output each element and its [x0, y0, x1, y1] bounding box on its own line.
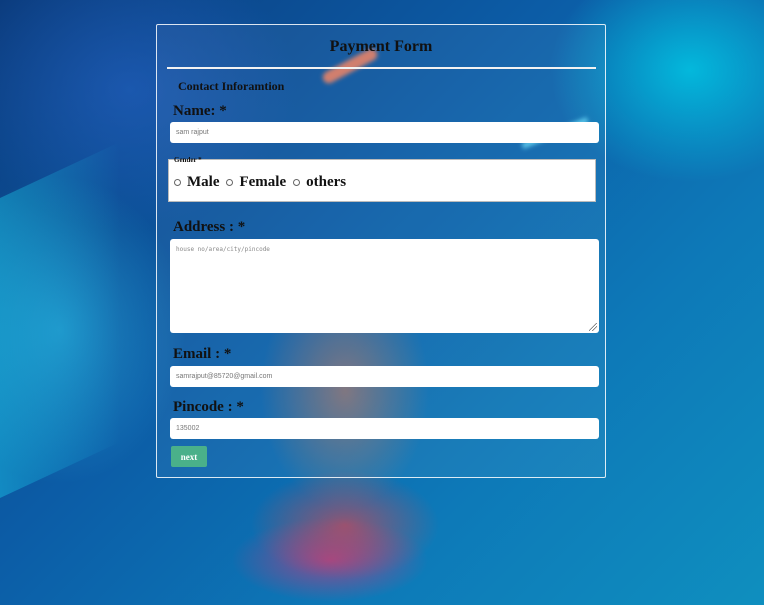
address-placeholder: house no/area/city/pincode: [176, 246, 270, 253]
name-input[interactable]: sam rajput: [170, 122, 599, 143]
address-textarea[interactable]: house no/area/city/pincode: [170, 239, 599, 333]
radio-others[interactable]: [293, 179, 301, 186]
title-divider: [167, 67, 596, 69]
email-label: Email : *: [173, 346, 232, 362]
gender-legend: Gender *: [174, 156, 202, 164]
background-glow-left: [0, 142, 120, 498]
address-label: Address : *: [173, 219, 246, 235]
radio-male[interactable]: [174, 179, 181, 186]
pincode-input-value: 135002: [176, 425, 200, 432]
gender-radio-group: Male Female others: [174, 174, 353, 191]
radio-male-label[interactable]: Male: [187, 174, 219, 191]
section-legend: Contact Inforamtion: [178, 79, 285, 93]
pincode-label: Pincode : *: [173, 399, 244, 415]
pincode-input[interactable]: 135002: [170, 418, 599, 439]
name-input-value: sam rajput: [176, 129, 209, 136]
resize-handle-icon[interactable]: [589, 323, 597, 331]
background-glow-bottom: [250, 470, 440, 580]
gender-fieldset: Gender * Male Female others: [168, 156, 596, 202]
name-label: Name: *: [173, 103, 227, 119]
radio-female-label[interactable]: Female: [239, 174, 286, 191]
radio-others-label[interactable]: others: [306, 174, 346, 191]
radio-female[interactable]: [226, 179, 234, 186]
payment-form: Payment Form Contact Inforamtion Name: *…: [156, 24, 606, 478]
email-input[interactable]: samrajput@85720@gmail.com: [170, 366, 599, 387]
next-button[interactable]: next: [171, 446, 207, 467]
form-title: Payment Form: [329, 38, 433, 55]
email-input-value: samrajput@85720@gmail.com: [176, 373, 273, 380]
